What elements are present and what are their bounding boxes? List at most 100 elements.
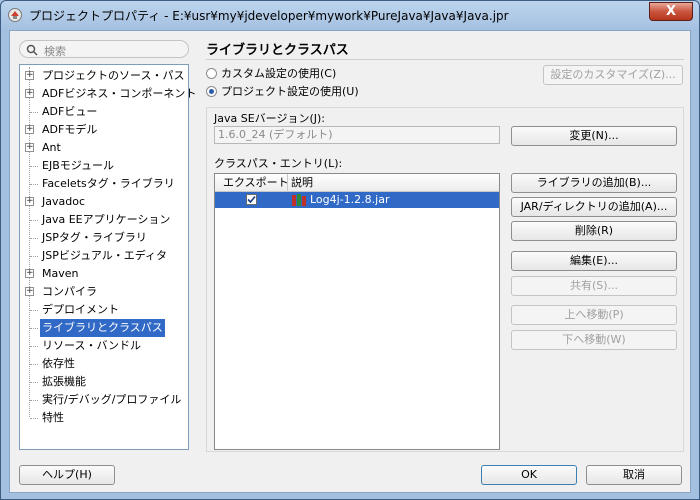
title-bar[interactable]: プロジェクトプロパティ - E:¥usr¥my¥jdeveloper¥mywor… [1,1,699,29]
properties-window: プロジェクトプロパティ - E:¥usr¥my¥jdeveloper¥mywor… [0,0,700,500]
tree-item-label: 特性 [42,411,64,424]
export-checkbox[interactable] [246,194,257,205]
tree-item[interactable]: JSPタグ・ライブラリ [20,229,188,247]
help-button[interactable]: ヘルプ(H) [19,465,115,485]
tree-item-label: 実行/デバッグ/プロファイル [42,393,182,406]
tree-item[interactable]: + ADFモデル [20,121,188,139]
edit-button[interactable]: 編集(E)... [511,251,677,271]
add-library-button[interactable]: ライブラリの追加(B)... [511,173,677,193]
tree-item-label: デプロイメント [42,303,119,316]
tree-item-label: プロジェクトのソース・パス [42,69,185,82]
tree-item-label: リソース・バンドル [42,339,141,352]
tree-item-label: ライブラリとクラスパス [40,319,165,337]
expand-plus-icon[interactable]: + [25,143,34,152]
tree-connector [30,166,38,167]
search-placeholder: 検索 [44,45,66,58]
expand-plus-icon[interactable]: + [25,269,34,278]
tree-item[interactable]: + コンパイラ [20,283,188,301]
radio-project-circle[interactable] [206,86,217,97]
java-se-version-field[interactable]: 1.6.0_24 (デフォルト) [214,126,500,144]
tree-item-label: Faceletsタグ・ライブラリ [42,177,175,190]
tree-item[interactable]: + Javadoc [20,193,188,211]
tree-item[interactable]: 依存性 [20,355,188,373]
tree-item[interactable]: + プロジェクトのソース・パス [20,67,188,85]
tree-item-label: ADFビュー [42,105,98,118]
panel-title: ライブラリとクラスパス [206,39,684,60]
tree-item-label: EJBモジュール [42,159,114,172]
column-description[interactable]: 説明 [291,175,313,190]
column-separator [287,174,288,191]
tree-item-label: Ant [42,141,61,154]
tree-item[interactable]: 実行/デバッグ/プロファイル [20,391,188,409]
tree-connector [30,238,38,239]
tree-item-label: ADFビジネス・コンポーネント [42,87,197,100]
tree-connector [30,112,38,113]
radio-custom-circle[interactable] [206,68,217,79]
tree-connector [30,400,38,401]
move-up-button[interactable]: 上へ移動(P) [511,305,677,325]
tree-item-label: JSPタグ・ライブラリ [42,231,147,244]
tree-connector [30,220,38,221]
share-button[interactable]: 共有(S)... [511,276,677,296]
expand-plus-icon[interactable]: + [25,125,34,134]
jdeveloper-icon [7,7,23,23]
tree-item[interactable]: ライブラリとクラスパス [20,319,188,337]
remove-button[interactable]: 削除(R) [511,221,677,241]
search-field[interactable]: 検索 [19,40,189,58]
radio-project-label: プロジェクト設定の使用(U) [221,85,359,98]
dialog-client: 検索 + プロジェクトのソース・パス + ADFビジネス・コンポーネント ADFビュー +… [9,30,691,493]
expand-plus-icon[interactable]: + [25,89,34,98]
search-icon [26,44,38,56]
tree-item[interactable]: 特性 [20,409,188,427]
change-button[interactable]: 変更(N)... [511,126,677,146]
tree-connector [30,346,38,347]
window-title: プロジェクトプロパティ - E:¥usr¥my¥jdeveloper¥mywor… [29,9,509,23]
tree-item-label: コンパイラ [42,285,97,298]
tree-item[interactable]: 拡張機能 [20,373,188,391]
tree-connector [30,184,38,185]
tree-item[interactable]: + Ant [20,139,188,157]
category-tree[interactable]: + プロジェクトのソース・パス + ADFビジネス・コンポーネント ADFビュー + ADF… [19,64,196,450]
tree-item[interactable]: JSPビジュアル・エディタ [20,247,188,265]
tree-item[interactable]: Java EEアプリケーション [20,211,188,229]
tree-item-label: Maven [42,267,79,280]
tree-item[interactable]: + Maven [20,265,188,283]
expand-plus-icon[interactable]: + [25,71,34,80]
tree-item[interactable]: ADFビュー [20,103,188,121]
tree-item[interactable]: デプロイメント [20,301,188,319]
expand-plus-icon[interactable]: + [25,287,34,296]
table-row[interactable]: Log4j-1.2.8.jar [215,192,499,208]
ok-button[interactable]: OK [481,465,577,485]
add-jar-directory-button[interactable]: JAR/ディレクトリの追加(A)... [511,197,677,217]
tree-item-label: Javadoc [42,195,85,208]
tree-item-label: 拡張機能 [42,375,86,388]
radio-custom-settings[interactable]: カスタム設定の使用(C) [206,66,336,82]
table-header: エクスポート 説明 [215,174,499,192]
move-down-button[interactable]: 下へ移動(W) [511,330,677,350]
tree-item[interactable]: Faceletsタグ・ライブラリ [20,175,188,193]
tree-item-label: ADFモデル [42,123,98,136]
tree-item[interactable]: + ADFビジネス・コンポーネント [20,85,196,103]
tree-connector [30,328,38,329]
row-description: Log4j-1.2.8.jar [310,193,390,206]
classpath-table[interactable]: エクスポート 説明 Log4j-1.2.8.jar [214,173,500,450]
classpath-label: クラスパス・エントリ(L): [214,157,343,170]
customize-settings-button[interactable]: 設定のカスタマイズ(Z)... [543,65,683,85]
tree-item[interactable]: EJBモジュール [20,157,188,175]
tree-connector [30,310,38,311]
tree-item-label: JSPビジュアル・エディタ [42,249,167,262]
column-export[interactable]: エクスポート [223,175,289,190]
java-se-label: Java SEバージョン(J): [214,112,325,125]
tree-connector [30,382,38,383]
cancel-button[interactable]: 取消 [586,465,682,485]
expand-plus-icon[interactable]: + [25,197,34,206]
tree-connector [30,364,38,365]
radio-project-settings[interactable]: プロジェクト設定の使用(U) [206,84,359,100]
close-button[interactable]: X [649,2,693,21]
tree-item-label: 依存性 [42,357,75,370]
checkmark-icon [247,195,256,204]
tree-item[interactable]: リソース・バンドル [20,337,188,355]
tree-item-label: Java EEアプリケーション [42,213,171,226]
library-jar-icon [292,194,306,206]
tree-connector [30,256,38,257]
